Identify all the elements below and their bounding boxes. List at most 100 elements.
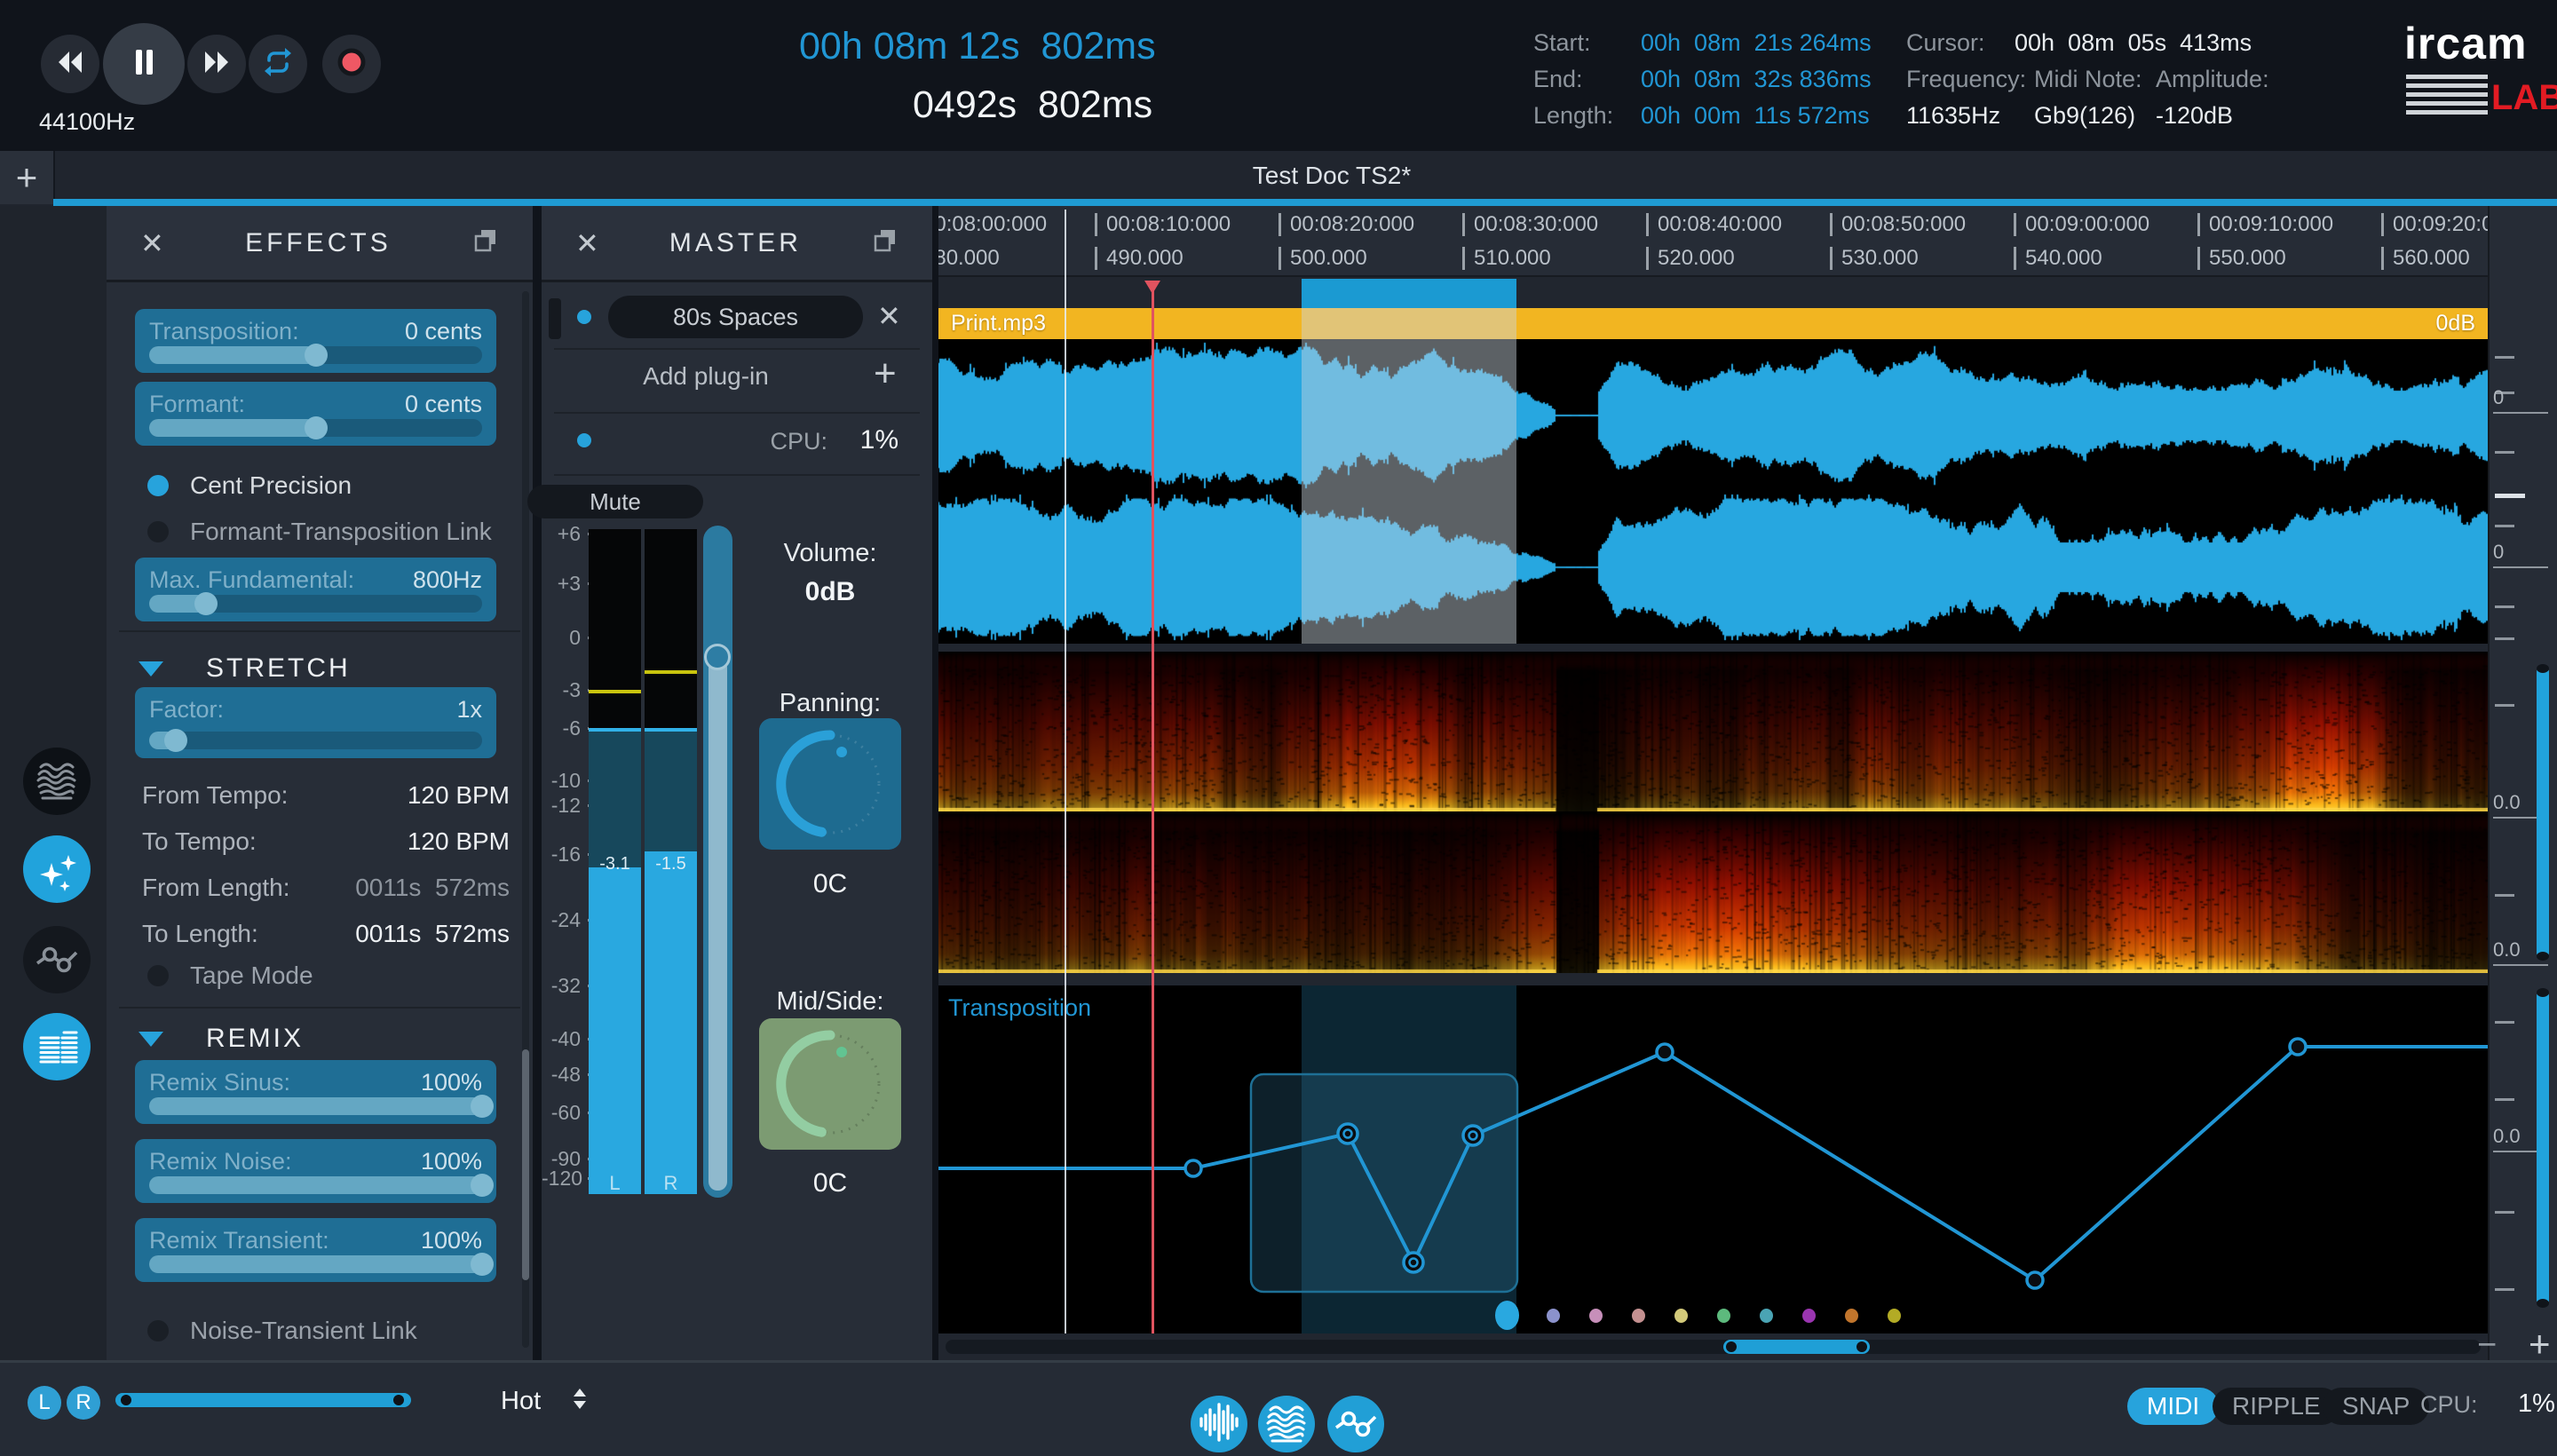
factor-slider-card[interactable]: Factor: 1x — [135, 687, 496, 758]
panning-knob[interactable] — [759, 718, 901, 850]
fast-forward-button[interactable] — [187, 35, 246, 93]
zoom-out-button[interactable]: − — [2477, 1326, 2497, 1365]
remix-noise-slider-card[interactable]: Remix Noise: 100% — [135, 1139, 496, 1203]
remix-section-header[interactable]: REMIX — [139, 1025, 304, 1053]
curve-layer-dot[interactable] — [1632, 1309, 1645, 1323]
waveform-canvas[interactable] — [938, 339, 2488, 644]
tape-mode-radio[interactable]: Tape Mode — [147, 962, 313, 989]
curve-layer-dot[interactable] — [1888, 1309, 1901, 1323]
plugin-button[interactable]: 80s Spaces — [608, 296, 863, 338]
curve-layer-dot[interactable] — [1589, 1309, 1603, 1323]
formant-transposition-link-radio[interactable]: Formant-Transposition Link — [147, 518, 492, 545]
stepper-up-icon[interactable] — [574, 1389, 586, 1397]
snap-mode-button[interactable]: SNAP — [2323, 1388, 2429, 1425]
playhead-marker[interactable] — [1144, 281, 1160, 294]
curve-layer-dot[interactable] — [1760, 1309, 1773, 1323]
spectrogram-right-channel[interactable] — [938, 813, 2488, 973]
spectrogram-left-channel[interactable] — [938, 652, 2488, 811]
curve-layer-dot[interactable] — [1495, 1301, 1519, 1330]
remix-transient-slider[interactable] — [149, 1255, 482, 1273]
cent-precision-radio[interactable]: Cent Precision — [147, 472, 352, 499]
mute-button[interactable]: Mute — [527, 485, 703, 518]
waveform-view[interactable] — [938, 339, 2488, 644]
remix-sinus-slider-card[interactable]: Remix Sinus: 100% — [135, 1060, 496, 1124]
curve-layer-dot[interactable] — [1717, 1309, 1730, 1323]
preset-stepper[interactable] — [574, 1389, 586, 1409]
add-plugin-icon[interactable]: + — [874, 352, 897, 396]
rewind-button[interactable] — [41, 35, 99, 93]
add-plugin-label[interactable]: Add plug-in — [542, 362, 870, 391]
curve-layer-dot[interactable] — [1547, 1309, 1560, 1323]
curve-layer-dot[interactable] — [1674, 1309, 1688, 1323]
selection-strip[interactable] — [938, 277, 2488, 308]
waveform-view-button[interactable] — [1191, 1396, 1247, 1452]
close-icon[interactable]: ✕ — [575, 229, 599, 257]
fader-thumb[interactable] — [704, 644, 731, 670]
sidebar-curve-editor-button[interactable] — [23, 926, 91, 993]
pause-button[interactable] — [103, 23, 185, 105]
from-tempo-row[interactable]: From Tempo: 120 BPM — [142, 781, 510, 810]
footer-range-slider[interactable] — [115, 1393, 411, 1407]
curve-vertical-scrollbar[interactable] — [2537, 990, 2549, 1306]
plugin-drag-handle[interactable] — [549, 298, 561, 339]
effects-scrollbar-track[interactable] — [522, 291, 529, 1348]
max-fundamental-slider[interactable] — [149, 595, 482, 613]
volume-value[interactable]: 0dB — [737, 577, 923, 607]
horizontal-scrollbar-thumb[interactable] — [1723, 1340, 1870, 1354]
max-fundamental-slider-card[interactable]: Max. Fundamental: 800Hz — [135, 558, 496, 621]
remix-noise-slider[interactable] — [149, 1176, 482, 1194]
length-value[interactable]: 00h 00m 11s 572ms — [1641, 102, 1870, 130]
add-tab-button[interactable]: + — [0, 151, 55, 204]
start-value[interactable]: 00h 08m 21s 264ms — [1641, 29, 1872, 57]
loop-button[interactable] — [249, 35, 307, 93]
selection-range-bar[interactable] — [1302, 279, 1516, 308]
to-length-row[interactable]: To Length: 0011s 572ms — [142, 920, 510, 948]
curve-view-button[interactable] — [1327, 1396, 1384, 1452]
midside-knob[interactable] — [759, 1018, 901, 1150]
automation-curve-panel[interactable]: Transposition — [938, 985, 2488, 1333]
panning-value[interactable]: 0C — [737, 869, 923, 899]
transposition-slider[interactable] — [149, 346, 482, 364]
transposition-slider-card[interactable]: Transposition: 0 cents — [135, 309, 496, 373]
noise-transient-link-radio[interactable]: Noise-Transient Link — [147, 1318, 417, 1344]
stretch-section-header[interactable]: STRETCH — [139, 654, 351, 683]
spectrogram-vertical-scrollbar[interactable] — [2537, 666, 2549, 959]
spectrogram-canvas[interactable] — [938, 813, 2488, 973]
collapse-triangle-icon[interactable] — [139, 1032, 163, 1047]
zoom-in-button[interactable]: + — [2529, 1323, 2551, 1365]
horizontal-scrollbar-track[interactable] — [946, 1340, 2481, 1354]
curve-layer-dot[interactable] — [1845, 1309, 1858, 1323]
master-enabled-dot[interactable] — [577, 433, 591, 447]
remix-transient-slider-card[interactable]: Remix Transient: 100% — [135, 1218, 496, 1282]
collapse-triangle-icon[interactable] — [139, 661, 163, 677]
plugin-enabled-dot[interactable] — [577, 310, 591, 324]
end-value[interactable]: 00h 08m 32s 836ms — [1641, 66, 1872, 93]
preset-selector[interactable]: Hot — [501, 1387, 541, 1416]
right-channel-button[interactable]: R — [67, 1386, 100, 1420]
midside-value[interactable]: 0C — [737, 1168, 923, 1199]
transposition-curve[interactable] — [938, 985, 2488, 1333]
curve-layer-dot[interactable] — [1802, 1309, 1816, 1323]
selection-overlay[interactable] — [1302, 308, 1516, 644]
spectrogram-view-button[interactable] — [1258, 1396, 1315, 1452]
detach-window-icon[interactable] — [472, 227, 499, 258]
formant-slider[interactable] — [149, 419, 482, 437]
timeline-ruler[interactable]: 00:08:00:000480.00000:08:10:000490.00000… — [938, 206, 2488, 277]
track-gain[interactable]: 0dB — [2436, 311, 2475, 336]
track-name[interactable]: Print.mp3 — [951, 311, 1046, 336]
master-volume-fader[interactable] — [703, 526, 732, 1198]
sidebar-waves-view-button[interactable] — [23, 748, 91, 815]
formant-slider-card[interactable]: Formant: 0 cents — [135, 382, 496, 446]
factor-slider[interactable] — [149, 732, 482, 749]
record-button[interactable] — [322, 35, 381, 93]
track-header-bar[interactable]: Print.mp3 0dB — [938, 308, 2488, 339]
sidebar-effects-button[interactable] — [23, 835, 91, 903]
midi-mode-button[interactable]: MIDI — [2127, 1388, 2219, 1425]
spectrogram-canvas[interactable] — [938, 652, 2488, 811]
stepper-down-icon[interactable] — [574, 1401, 586, 1409]
effects-scrollbar-thumb[interactable] — [522, 1049, 529, 1280]
remove-plugin-icon[interactable]: ✕ — [877, 302, 901, 330]
remix-sinus-slider[interactable] — [149, 1097, 482, 1115]
document-tab-title[interactable]: Test Doc TS2* — [107, 162, 2557, 190]
left-channel-button[interactable]: L — [28, 1386, 61, 1420]
